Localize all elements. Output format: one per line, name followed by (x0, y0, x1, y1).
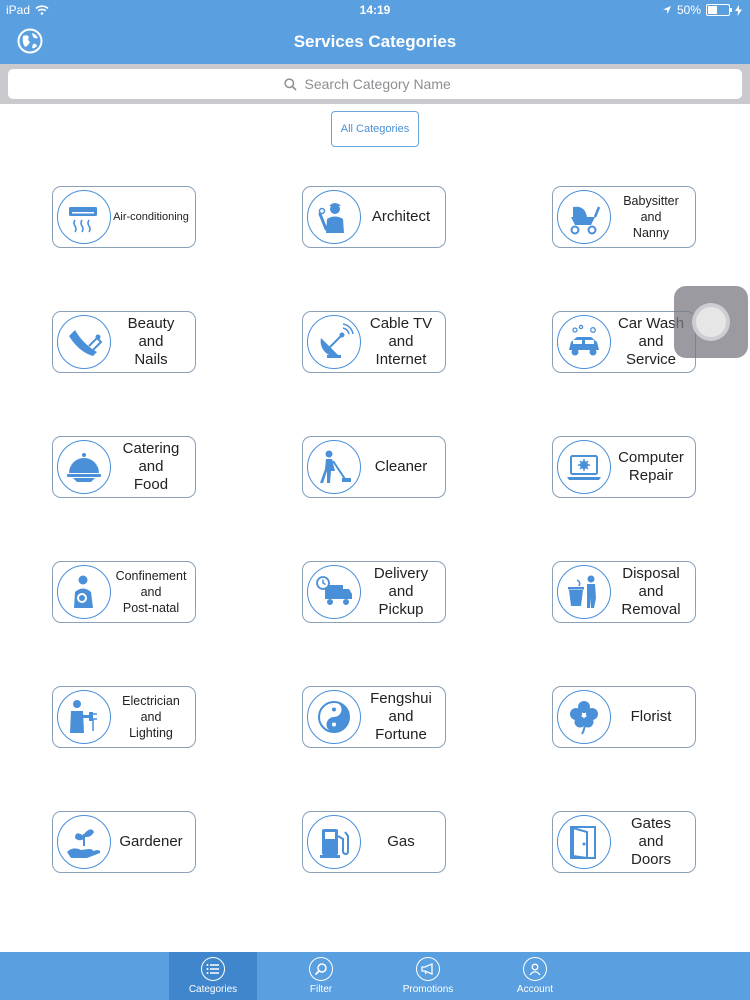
search-box[interactable] (8, 69, 742, 99)
category-label: Cleaner (374, 458, 428, 475)
page-title: Services Categories (293, 32, 457, 51)
cloche-icon (57, 440, 111, 494)
category-label: Air-conditioning (113, 211, 189, 223)
tab-bar: Categories Filter Promotions Account (0, 952, 750, 1000)
status-bar: iPad 14:19 50% (0, 0, 750, 20)
flower-icon (557, 690, 611, 744)
category-label: Architect (371, 208, 431, 225)
category-label: Fengshui and Fortune (370, 690, 432, 743)
door-icon (557, 815, 611, 869)
category-card-architect[interactable]: Architect (302, 186, 446, 248)
category-label: Beauty and Nails (127, 315, 175, 368)
category-card-beauty[interactable]: Beauty and Nails (52, 311, 196, 373)
list-icon (201, 957, 225, 981)
vacuum-cleaner-icon (307, 440, 361, 494)
user-icon (523, 957, 547, 981)
tab-filter[interactable]: Filter (277, 952, 365, 1000)
mother-baby-icon (57, 565, 111, 619)
category-card-cleaner[interactable]: Cleaner (302, 436, 446, 498)
magnifier-icon (309, 957, 333, 981)
category-card-fengshui[interactable]: Fengshui and Fortune (302, 686, 446, 748)
category-card-gas[interactable]: Gas (302, 811, 446, 873)
charging-icon (735, 4, 742, 16)
category-label: Catering and Food (122, 440, 180, 493)
category-label: Disposal and Removal (621, 565, 681, 618)
category-label: Gates and Doors (630, 815, 672, 868)
electrician-icon (57, 690, 111, 744)
search-bar (0, 64, 750, 104)
category-label: Florist (630, 708, 672, 725)
yin-yang-icon (307, 690, 361, 744)
car-wash-icon (557, 315, 611, 369)
search-input[interactable] (302, 75, 467, 93)
category-card-gates[interactable]: Gates and Doors (552, 811, 696, 873)
location-arrow-icon (662, 6, 671, 14)
category-card-babysitter[interactable]: Babysitter and Nanny (552, 186, 696, 248)
category-label: Babysitter and Nanny (623, 194, 679, 240)
category-label: Gas (387, 833, 415, 850)
architect-icon (307, 190, 361, 244)
category-label: Computer Repair (618, 449, 684, 484)
category-label: Delivery and Pickup (373, 565, 429, 618)
assistive-touch-button[interactable] (674, 286, 748, 358)
stroller-icon (557, 190, 611, 244)
megaphone-icon (416, 957, 440, 981)
top-bar: iPad 14:19 50% Services Categories (0, 0, 750, 64)
air-conditioner-icon (57, 190, 111, 244)
search-icon (283, 77, 297, 91)
category-card-disposal[interactable]: Disposal and Removal (552, 561, 696, 623)
category-card-catering[interactable]: Catering and Food (52, 436, 196, 498)
clock: 14:19 (359, 3, 391, 17)
category-card-computer[interactable]: Computer Repair (552, 436, 696, 498)
category-card-gardener[interactable]: Gardener (52, 811, 196, 873)
category-label: Cable TV and Internet (369, 315, 433, 368)
category-card-electrician[interactable]: Electrician and Lighting (52, 686, 196, 748)
plant-hand-icon (57, 815, 111, 869)
category-card-delivery[interactable]: Delivery and Pickup (302, 561, 446, 623)
tab-account[interactable]: Account (491, 952, 579, 1000)
delivery-truck-icon (307, 565, 361, 619)
battery-icon (706, 4, 732, 16)
category-label: Gardener (119, 833, 183, 850)
nail-polish-icon (57, 315, 111, 369)
tab-promotions[interactable]: Promotions (384, 952, 472, 1000)
category-card-air-conditioning[interactable]: Air-conditioning (52, 186, 196, 248)
tab-categories[interactable]: Categories (169, 952, 257, 1000)
all-categories-button[interactable]: All Categories (331, 111, 419, 147)
category-label: Confinement and Post-natal (115, 569, 187, 615)
category-card-confinement[interactable]: Confinement and Post-natal (52, 561, 196, 623)
trash-bin-icon (557, 565, 611, 619)
battery-percent: 50% (676, 3, 701, 17)
gas-pump-icon (307, 815, 361, 869)
category-card-cable-tv[interactable]: Cable TV and Internet (302, 311, 446, 373)
category-card-florist[interactable]: Florist (552, 686, 696, 748)
laptop-gear-icon (557, 440, 611, 494)
satellite-dish-icon (307, 315, 361, 369)
category-label: Electrician and Lighting (122, 694, 180, 740)
